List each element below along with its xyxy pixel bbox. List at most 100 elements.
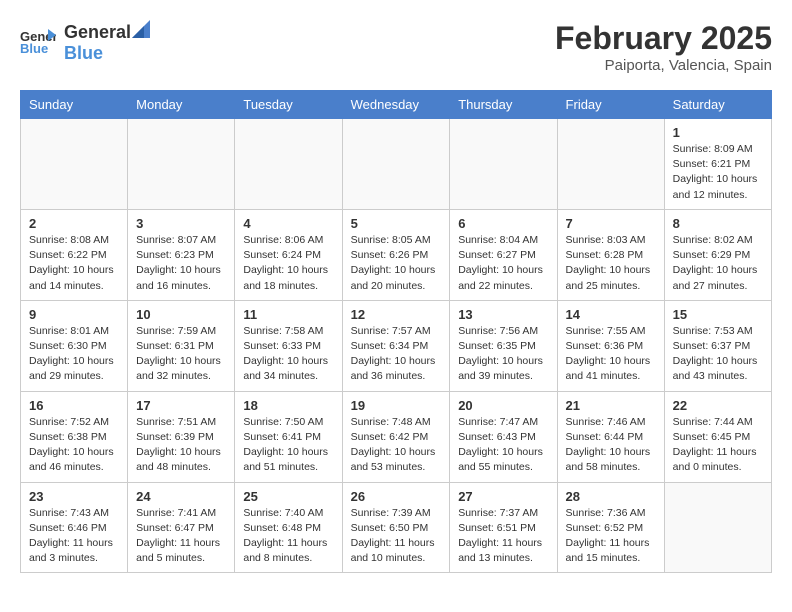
- day-info: Sunrise: 7:50 AM Sunset: 6:41 PM Dayligh…: [243, 415, 333, 476]
- calendar-cell: 21 Sunrise: 7:46 AM Sunset: 6:44 PM Dayli…: [557, 391, 664, 482]
- day-number: 18: [243, 398, 333, 413]
- logo: General Blue General Blue: [20, 20, 151, 64]
- day-number: 2: [29, 216, 119, 231]
- calendar-cell: 25 Sunrise: 7:40 AM Sunset: 6:48 PM Dayli…: [235, 482, 342, 573]
- month-title: February 2025: [555, 20, 772, 57]
- calendar-cell: 12 Sunrise: 7:57 AM Sunset: 6:34 PM Dayli…: [342, 300, 450, 391]
- day-number: 5: [351, 216, 442, 231]
- calendar-cell: 4 Sunrise: 8:06 AM Sunset: 6:24 PM Daylig…: [235, 209, 342, 300]
- day-info: Sunrise: 8:03 AM Sunset: 6:28 PM Dayligh…: [566, 233, 656, 294]
- column-header-tuesday: Tuesday: [235, 91, 342, 119]
- calendar-cell: [21, 119, 128, 210]
- day-info: Sunrise: 7:41 AM Sunset: 6:47 PM Dayligh…: [136, 506, 226, 567]
- day-number: 13: [458, 307, 548, 322]
- day-number: 21: [566, 398, 656, 413]
- day-info: Sunrise: 7:52 AM Sunset: 6:38 PM Dayligh…: [29, 415, 119, 476]
- calendar-cell: 17 Sunrise: 7:51 AM Sunset: 6:39 PM Dayli…: [128, 391, 235, 482]
- day-info: Sunrise: 8:09 AM Sunset: 6:21 PM Dayligh…: [673, 142, 763, 203]
- calendar-cell: 7 Sunrise: 8:03 AM Sunset: 6:28 PM Daylig…: [557, 209, 664, 300]
- column-header-saturday: Saturday: [664, 91, 771, 119]
- day-number: 8: [673, 216, 763, 231]
- day-number: 9: [29, 307, 119, 322]
- day-number: 16: [29, 398, 119, 413]
- day-number: 4: [243, 216, 333, 231]
- day-number: 17: [136, 398, 226, 413]
- day-info: Sunrise: 7:58 AM Sunset: 6:33 PM Dayligh…: [243, 324, 333, 385]
- day-info: Sunrise: 7:40 AM Sunset: 6:48 PM Dayligh…: [243, 506, 333, 567]
- calendar-cell: 16 Sunrise: 7:52 AM Sunset: 6:38 PM Dayli…: [21, 391, 128, 482]
- calendar-cell: [450, 119, 557, 210]
- calendar-cell: [342, 119, 450, 210]
- day-info: Sunrise: 8:01 AM Sunset: 6:30 PM Dayligh…: [29, 324, 119, 385]
- day-number: 25: [243, 489, 333, 504]
- day-number: 19: [351, 398, 442, 413]
- day-info: Sunrise: 7:57 AM Sunset: 6:34 PM Dayligh…: [351, 324, 442, 385]
- calendar-cell: 28Sunrise: 7:36 AM Sunset: 6:52 PM Dayli…: [557, 482, 664, 573]
- day-number: 22: [673, 398, 763, 413]
- calendar-cell: 15 Sunrise: 7:53 AM Sunset: 6:37 PM Dayli…: [664, 300, 771, 391]
- day-number: 12: [351, 307, 442, 322]
- column-header-sunday: Sunday: [21, 91, 128, 119]
- day-number: 26: [351, 489, 442, 504]
- day-info: Sunrise: 7:53 AM Sunset: 6:37 PM Dayligh…: [673, 324, 763, 385]
- calendar-cell: 1 Sunrise: 8:09 AM Sunset: 6:21 PM Daylig…: [664, 119, 771, 210]
- day-info: Sunrise: 7:36 AM Sunset: 6:52 PM Dayligh…: [566, 506, 656, 567]
- calendar-cell: 8 Sunrise: 8:02 AM Sunset: 6:29 PM Daylig…: [664, 209, 771, 300]
- column-header-thursday: Thursday: [450, 91, 557, 119]
- day-info: Sunrise: 7:43 AM Sunset: 6:46 PM Dayligh…: [29, 506, 119, 567]
- day-info: Sunrise: 7:44 AM Sunset: 6:45 PM Dayligh…: [673, 415, 763, 476]
- logo-blue-text: Blue: [64, 43, 103, 63]
- calendar-cell: 9 Sunrise: 8:01 AM Sunset: 6:30 PM Daylig…: [21, 300, 128, 391]
- day-number: 6: [458, 216, 548, 231]
- day-number: 7: [566, 216, 656, 231]
- svg-text:Blue: Blue: [20, 41, 48, 56]
- day-info: Sunrise: 7:51 AM Sunset: 6:39 PM Dayligh…: [136, 415, 226, 476]
- logo-triangle-icon: [132, 20, 150, 38]
- day-info: Sunrise: 8:08 AM Sunset: 6:22 PM Dayligh…: [29, 233, 119, 294]
- calendar-cell: [557, 119, 664, 210]
- location-title: Paiporta, Valencia, Spain: [555, 57, 772, 74]
- day-info: Sunrise: 8:02 AM Sunset: 6:29 PM Dayligh…: [673, 233, 763, 294]
- day-info: Sunrise: 7:46 AM Sunset: 6:44 PM Dayligh…: [566, 415, 656, 476]
- day-number: 11: [243, 307, 333, 322]
- calendar-cell: 20Sunrise: 7:47 AM Sunset: 6:43 PM Dayli…: [450, 391, 557, 482]
- day-number: 27: [458, 489, 548, 504]
- column-header-wednesday: Wednesday: [342, 91, 450, 119]
- title-area: February 2025 Paiporta, Valencia, Spain: [555, 20, 772, 74]
- column-header-monday: Monday: [128, 91, 235, 119]
- day-number: 20: [458, 398, 548, 413]
- calendar-cell: 18 Sunrise: 7:50 AM Sunset: 6:41 PM Dayli…: [235, 391, 342, 482]
- day-number: 1: [673, 125, 763, 140]
- day-number: 3: [136, 216, 226, 231]
- logo-general-text: General: [64, 22, 131, 43]
- calendar-cell: 10 Sunrise: 7:59 AM Sunset: 6:31 PM Dayli…: [128, 300, 235, 391]
- week-row-5: 23Sunrise: 7:43 AM Sunset: 6:46 PM Dayli…: [21, 482, 772, 573]
- day-info: Sunrise: 7:39 AM Sunset: 6:50 PM Dayligh…: [351, 506, 442, 567]
- day-info: Sunrise: 7:56 AM Sunset: 6:35 PM Dayligh…: [458, 324, 548, 385]
- day-number: 24: [136, 489, 226, 504]
- day-number: 10: [136, 307, 226, 322]
- week-row-2: 2 Sunrise: 8:08 AM Sunset: 6:22 PM Daylig…: [21, 209, 772, 300]
- day-number: 14: [566, 307, 656, 322]
- calendar-header-row: SundayMondayTuesdayWednesdayThursdayFrid…: [21, 91, 772, 119]
- calendar-cell: 11 Sunrise: 7:58 AM Sunset: 6:33 PM Dayli…: [235, 300, 342, 391]
- day-info: Sunrise: 8:06 AM Sunset: 6:24 PM Dayligh…: [243, 233, 333, 294]
- day-info: Sunrise: 8:07 AM Sunset: 6:23 PM Dayligh…: [136, 233, 226, 294]
- day-info: Sunrise: 8:05 AM Sunset: 6:26 PM Dayligh…: [351, 233, 442, 294]
- day-number: 15: [673, 307, 763, 322]
- calendar-cell: 5 Sunrise: 8:05 AM Sunset: 6:26 PM Daylig…: [342, 209, 450, 300]
- column-header-friday: Friday: [557, 91, 664, 119]
- day-info: Sunrise: 7:37 AM Sunset: 6:51 PM Dayligh…: [458, 506, 548, 567]
- calendar-cell: 26 Sunrise: 7:39 AM Sunset: 6:50 PM Dayli…: [342, 482, 450, 573]
- calendar-cell: 2 Sunrise: 8:08 AM Sunset: 6:22 PM Daylig…: [21, 209, 128, 300]
- calendar-cell: 6Sunrise: 8:04 AM Sunset: 6:27 PM Daylig…: [450, 209, 557, 300]
- calendar-table: SundayMondayTuesdayWednesdayThursdayFrid…: [20, 90, 772, 573]
- week-row-4: 16 Sunrise: 7:52 AM Sunset: 6:38 PM Dayli…: [21, 391, 772, 482]
- calendar-cell: 3 Sunrise: 8:07 AM Sunset: 6:23 PM Daylig…: [128, 209, 235, 300]
- calendar-cell: 24 Sunrise: 7:41 AM Sunset: 6:47 PM Dayli…: [128, 482, 235, 573]
- calendar-cell: 23Sunrise: 7:43 AM Sunset: 6:46 PM Dayli…: [21, 482, 128, 573]
- day-info: Sunrise: 7:59 AM Sunset: 6:31 PM Dayligh…: [136, 324, 226, 385]
- day-info: Sunrise: 7:55 AM Sunset: 6:36 PM Dayligh…: [566, 324, 656, 385]
- week-row-3: 9 Sunrise: 8:01 AM Sunset: 6:30 PM Daylig…: [21, 300, 772, 391]
- calendar-cell: 22 Sunrise: 7:44 AM Sunset: 6:45 PM Dayli…: [664, 391, 771, 482]
